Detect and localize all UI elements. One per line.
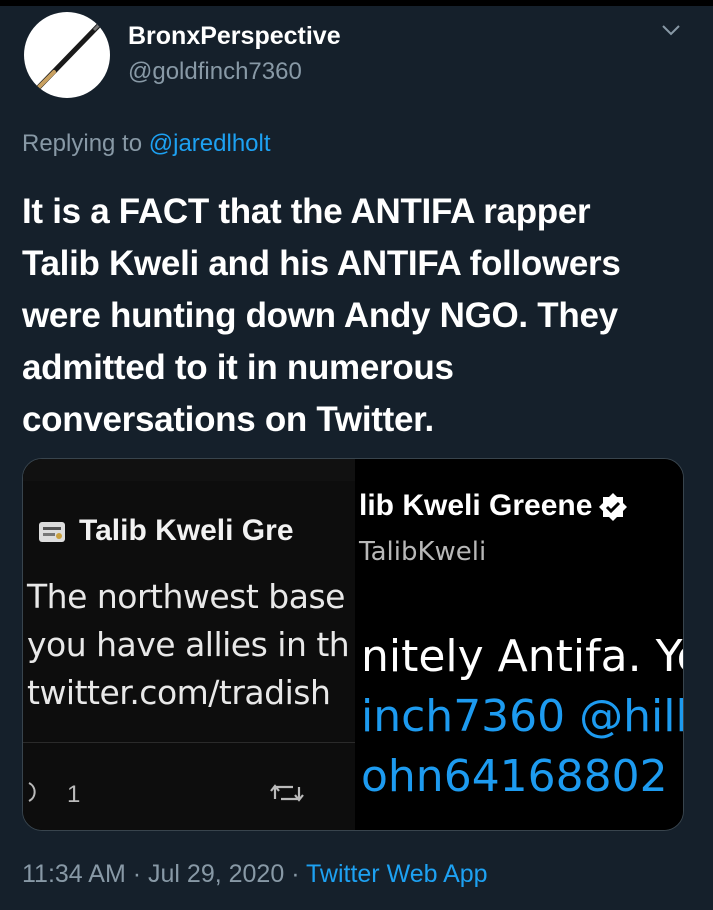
top-border bbox=[0, 0, 713, 6]
media-image-right[interactable]: lib Kweli Greene TalibKweli nitely Antif… bbox=[355, 459, 684, 830]
embedded-profile-name: lib Kweli Greene bbox=[359, 489, 593, 522]
author-handle[interactable]: @goldfinch7360 bbox=[128, 58, 302, 86]
reply-target-link[interactable]: @jaredlholt bbox=[149, 130, 271, 157]
chevron-down-icon[interactable] bbox=[660, 22, 682, 38]
tweet-line: Talib Kweli and his ANTIFA followers bbox=[22, 244, 621, 283]
tweet-line: conversations on Twitter. bbox=[22, 400, 434, 439]
tweet-meta: 11:34 AM · Jul 29, 2020 · Twitter Web Ap… bbox=[22, 860, 488, 889]
account-logo-icon bbox=[39, 522, 65, 543]
tweet-text: It is a FACT that the ANTIFA rapper Tali… bbox=[22, 186, 702, 446]
reply-icon bbox=[28, 782, 36, 802]
meta-separator: · bbox=[132, 860, 142, 888]
embedded-profile-username: TalibKweli bbox=[359, 537, 487, 567]
tweet-line: were hunting down Andy NGO. They bbox=[22, 296, 618, 335]
embedded-text-line: you have allies in th bbox=[27, 625, 350, 664]
tweet-line: It is a FACT that the ANTIFA rapper bbox=[22, 192, 591, 231]
embedded-text-line: nitely Antifa. Yo bbox=[361, 631, 684, 682]
verified-badge-icon bbox=[599, 493, 628, 522]
tweet-media[interactable]: Talib Kweli Gre The northwest base you h… bbox=[22, 458, 684, 831]
embedded-text-line: The northwest base bbox=[27, 577, 345, 616]
author-display-name[interactable]: BronxPerspective bbox=[128, 22, 341, 51]
divider bbox=[23, 742, 355, 743]
replying-to: Replying to @jaredlholt bbox=[22, 130, 271, 158]
pen-avatar-icon bbox=[35, 19, 105, 91]
embedded-profile-header: lib Kweli Greene bbox=[359, 489, 628, 523]
embedded-text-line: twitter.com/tradish bbox=[27, 673, 331, 712]
embedded-tweet-title: Talib Kweli Gre bbox=[37, 514, 294, 548]
screenshot-top-bar bbox=[23, 459, 355, 481]
embedded-mention-line: inch7360 @hill bbox=[361, 691, 684, 742]
retweet-icon bbox=[270, 784, 304, 802]
embedded-tweet-name: Talib Kweli Gre bbox=[79, 514, 294, 547]
replying-prefix: Replying to bbox=[22, 130, 143, 157]
media-image-left[interactable]: Talib Kweli Gre The northwest base you h… bbox=[23, 459, 355, 830]
avatar[interactable] bbox=[24, 12, 110, 98]
meta-separator: · bbox=[291, 860, 300, 888]
tweet-line: admitted to it in numerous bbox=[22, 348, 454, 387]
tweet-time[interactable]: 11:34 AM bbox=[22, 860, 126, 888]
reply-count: 1 bbox=[67, 781, 81, 808]
embedded-mention-line: ohn64168802 @ bbox=[361, 751, 683, 802]
tweet-source-link[interactable]: Twitter Web App bbox=[306, 860, 488, 888]
tweet-date[interactable]: Jul 29, 2020 bbox=[148, 860, 284, 888]
